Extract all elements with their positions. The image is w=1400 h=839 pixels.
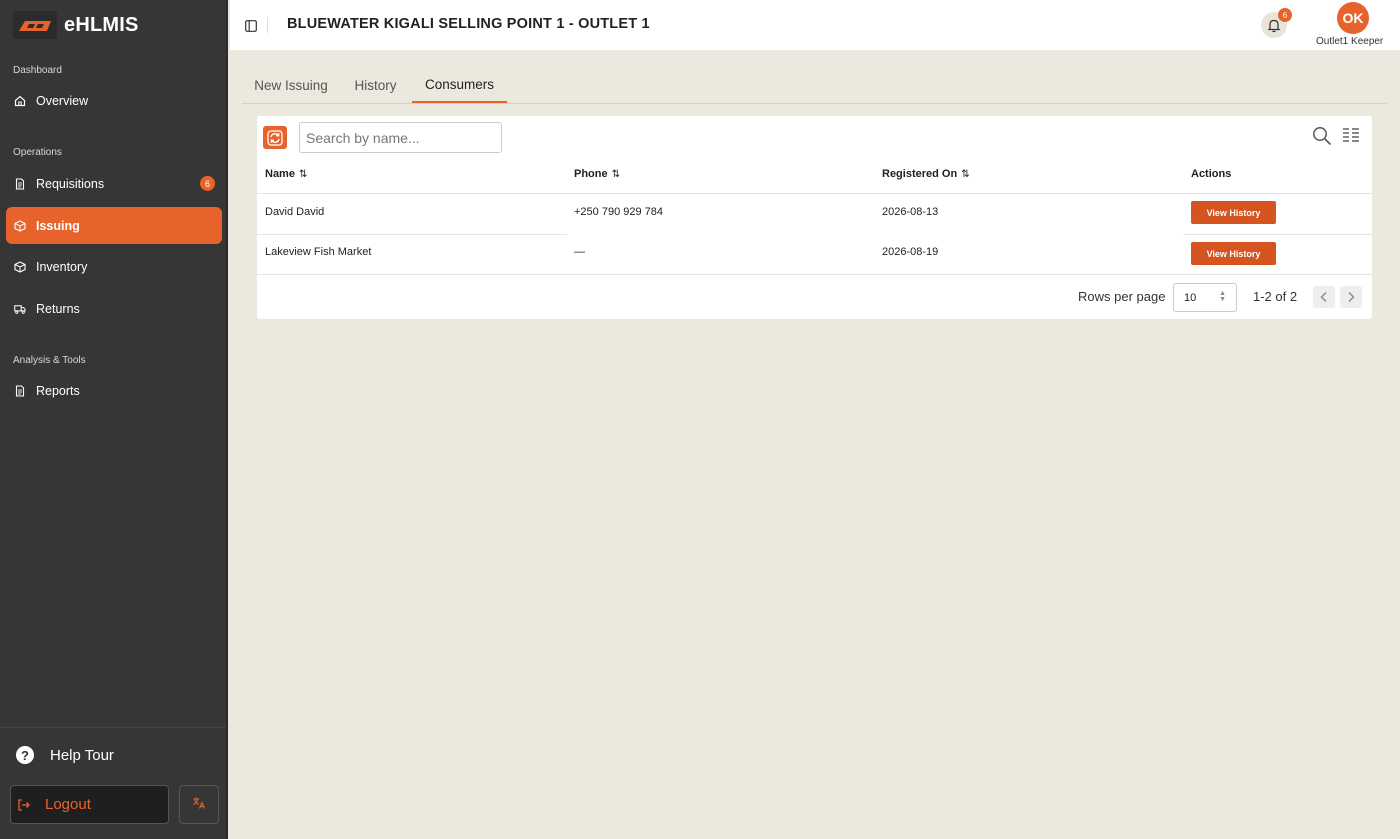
cell-phone: — [574, 246, 585, 258]
translate-icon [192, 796, 206, 813]
view-history-button[interactable]: View History [1191, 201, 1276, 224]
refresh-icon [267, 129, 283, 146]
help-tour-label: Help Tour [50, 746, 114, 764]
sidebar-item-label: Overview [36, 93, 89, 108]
rows-per-page-select[interactable]: 10 ▲ ▼ [1173, 283, 1237, 312]
cell-registered-on: 2026-08-13 [882, 206, 939, 218]
row-divider [257, 193, 1372, 194]
row-divider [257, 234, 567, 235]
row-divider [257, 274, 1372, 275]
search-input[interactable] [299, 122, 502, 153]
brand[interactable]: eHLMIS [0, 0, 226, 50]
tab-consumers[interactable]: Consumers [412, 68, 507, 103]
cell-name: Lakeview Fish Market [265, 246, 372, 258]
column-label: Phone [574, 168, 608, 180]
sidebar-item-requisitions[interactable]: Requisitions 6 [6, 165, 222, 202]
sidebar-item-reports[interactable]: Reports [6, 372, 222, 409]
sort-icon: ⇅ [611, 168, 621, 180]
sort-icon: ⇅ [298, 168, 308, 180]
pagination-range: 1-2 of 2 [1253, 289, 1298, 304]
column-header-name[interactable]: Name ⇅ [265, 168, 307, 180]
section-label-dashboard: Dashboard [13, 65, 62, 76]
previous-page-button[interactable] [1313, 286, 1335, 308]
truck-icon [14, 303, 26, 315]
avatar[interactable]: OK [1337, 2, 1369, 34]
column-label: Registered On [882, 168, 958, 180]
question-icon: ? [16, 746, 34, 764]
box-icon [14, 260, 26, 273]
help-tour-button[interactable]: ? Help Tour [16, 746, 114, 764]
sidebar-footer: ? Help Tour Logout [0, 727, 226, 839]
user-name: Outlet1 Keeper [1316, 36, 1384, 47]
rows-per-page-value: 10 [1184, 291, 1197, 304]
tab-new-issuing[interactable]: New Issuing [242, 68, 340, 103]
column-header-actions: Actions [1191, 168, 1231, 180]
sidebar-item-inventory[interactable]: Inventory [6, 248, 222, 285]
section-label-analysis-tools: Analysis & Tools [13, 355, 86, 366]
home-icon [14, 95, 26, 107]
page-title: BLUEWATER KIGALI SELLING POINT 1 - OUTLE… [287, 16, 650, 32]
sidebar-item-label: Issuing [36, 218, 80, 233]
row-divider [1183, 234, 1372, 235]
consumers-table-card: Name ⇅ Phone ⇅ Registered On ⇅ Actions D… [257, 116, 1372, 319]
column-header-phone[interactable]: Phone ⇅ [574, 168, 620, 180]
column-header-registered-on[interactable]: Registered On ⇅ [882, 168, 970, 180]
sidebar-item-label: Inventory [36, 259, 88, 274]
column-label: Name [265, 168, 295, 180]
cell-registered-on: 2026-08-19 [882, 246, 939, 258]
sidebar-item-label: Reports [36, 383, 80, 398]
refresh-button[interactable] [263, 126, 287, 149]
language-button[interactable] [179, 785, 219, 824]
notification-badge: 6 [1278, 8, 1292, 22]
header-divider [267, 17, 268, 33]
next-page-button[interactable] [1340, 286, 1362, 308]
column-label: Actions [1191, 168, 1232, 180]
app-name: eHLMIS [64, 13, 139, 36]
view-history-button[interactable]: View History [1191, 242, 1276, 265]
logout-icon [17, 798, 31, 812]
top-header: BLUEWATER KIGALI SELLING POINT 1 - OUTLE… [230, 0, 1400, 50]
tab-bar: New Issuing History Consumers [242, 68, 1387, 104]
chevron-left-icon [1320, 292, 1327, 302]
chevron-right-icon [1348, 292, 1355, 302]
section-label-operations: Operations [13, 147, 62, 158]
sort-icon: ⇅ [961, 168, 970, 180]
box-icon [14, 219, 26, 232]
sidebar-toggle-icon[interactable] [245, 19, 257, 32]
sidebar-item-label: Requisitions [36, 176, 105, 191]
logo-icon [13, 11, 57, 39]
requisitions-badge: 6 [200, 176, 215, 191]
logout-button[interactable]: Logout [10, 785, 169, 824]
sidebar-item-issuing[interactable]: Issuing [6, 207, 222, 244]
sidebar-item-overview[interactable]: Overview [6, 82, 222, 119]
sidebar: eHLMIS Dashboard Overview Operations Req… [0, 0, 228, 839]
sidebar-item-label: Returns [36, 301, 80, 316]
tab-history[interactable]: History [340, 68, 411, 103]
cell-name: David David [265, 206, 325, 218]
search-icon[interactable] [1312, 126, 1332, 151]
document-icon [14, 384, 26, 397]
document-icon [14, 177, 26, 190]
cell-phone: +250 790 929 784 [574, 206, 664, 218]
columns-icon[interactable] [1342, 127, 1360, 148]
sidebar-item-returns[interactable]: Returns [6, 290, 222, 327]
spinner-icon: ▲ ▼ [1219, 290, 1226, 303]
rows-per-page-label: Rows per page [1078, 289, 1166, 304]
logout-label: Logout [45, 796, 91, 813]
